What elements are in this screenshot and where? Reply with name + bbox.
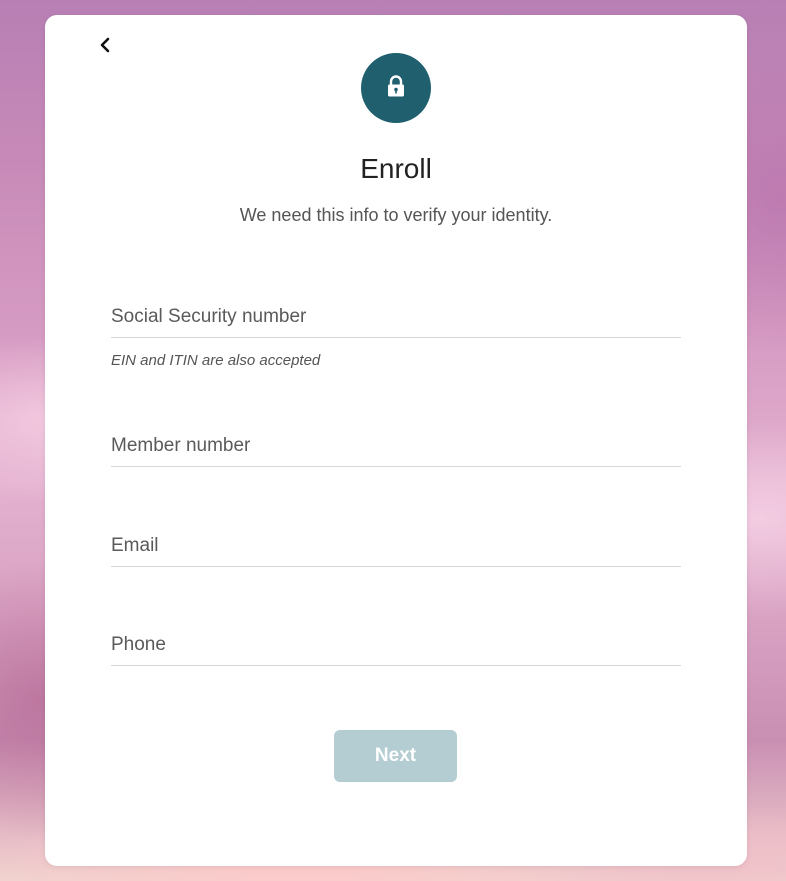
ssn-input[interactable] [111, 296, 681, 338]
phone-field-wrapper [111, 624, 681, 668]
member-number-input[interactable] [111, 425, 681, 467]
ssn-field-wrapper [111, 296, 681, 340]
phone-input[interactable] [111, 624, 681, 666]
page-subtitle: We need this info to verify your identit… [239, 205, 553, 225]
enroll-card: Enroll We need this info to verify your … [45, 15, 747, 866]
next-button[interactable]: Next [334, 730, 457, 782]
back-button[interactable] [95, 35, 115, 55]
lock-icon [385, 74, 407, 103]
lock-badge [361, 53, 431, 123]
chevron-left-icon [95, 35, 115, 55]
page-title: Enroll [360, 153, 432, 184]
ssn-helper-text: EIN and ITIN are also accepted [111, 352, 321, 369]
member-field-wrapper [111, 425, 681, 469]
email-field-wrapper [111, 525, 681, 569]
email-input[interactable] [111, 525, 681, 567]
